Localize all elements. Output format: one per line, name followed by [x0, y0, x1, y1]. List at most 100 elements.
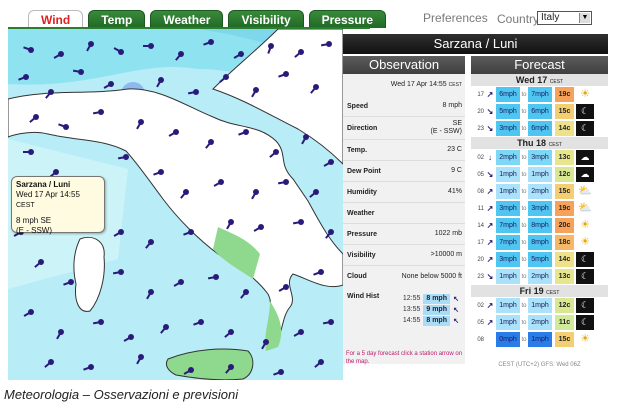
station-wind-arrow[interactable] — [198, 319, 204, 325]
station-wind-arrow[interactable] — [158, 77, 164, 83]
station-wind-arrow[interactable] — [328, 159, 334, 165]
station-wind-arrow[interactable] — [158, 169, 164, 175]
station-wind-arrow[interactable] — [283, 71, 289, 77]
station-wind-arrow[interactable] — [183, 189, 189, 195]
station-wind-arrow[interactable] — [243, 289, 249, 295]
station-wind-arrow[interactable] — [138, 354, 144, 360]
station-wind-arrow[interactable] — [318, 269, 324, 275]
wind-direction-arrow-icon: ↗ — [486, 221, 494, 230]
country-select-value: Italy — [541, 12, 560, 23]
station-wind-arrow[interactable] — [23, 74, 29, 80]
station-wind-arrow[interactable] — [148, 239, 154, 245]
station-wind-arrow[interactable] — [98, 319, 104, 325]
station-wind-arrow[interactable] — [273, 149, 279, 155]
moon-icon: ☾ — [576, 315, 594, 330]
station-wind-arrow[interactable] — [328, 319, 334, 325]
station-popup: Sarzana / Luni Wed 17 Apr 14:55 CEST 8 m… — [11, 176, 105, 235]
station-wind-arrow[interactable] — [268, 43, 274, 49]
station-wind-arrow[interactable] — [28, 309, 34, 315]
station-wind-arrow[interactable] — [118, 229, 124, 235]
observation-date-value: Wed 17 Apr 14:55 — [390, 81, 447, 88]
station-wind-arrow[interactable] — [78, 69, 84, 75]
station-wind-arrow[interactable] — [128, 334, 134, 340]
chevron-down-icon[interactable]: ▼ — [579, 13, 590, 23]
preferences-link[interactable]: Preferences — [423, 11, 488, 25]
station-wind-arrow[interactable] — [283, 284, 289, 290]
station-wind-arrow[interactable] — [218, 179, 224, 185]
tab-weather[interactable]: Weather — [150, 10, 224, 28]
station-wind-arrow[interactable] — [118, 269, 124, 275]
station-wind-arrow[interactable] — [108, 81, 114, 87]
station-wind-arrow[interactable] — [148, 289, 154, 295]
wind-direction-arrow-icon: ↖ — [453, 306, 459, 314]
station-wind-arrow[interactable] — [118, 49, 124, 55]
station-wind-arrow[interactable] — [98, 109, 104, 115]
station-wind-arrow[interactable] — [178, 279, 184, 285]
station-wind-arrow[interactable] — [48, 359, 54, 365]
station-wind-arrow[interactable] — [173, 129, 179, 135]
station-wind-arrow[interactable] — [48, 89, 54, 95]
station-wind-arrow[interactable] — [258, 224, 264, 230]
station-wind-arrow[interactable] — [303, 134, 309, 140]
forecast-wind-max: 6mph — [528, 121, 552, 136]
forecast-wind-max: 2mph — [528, 315, 552, 330]
station-wind-arrow[interactable] — [138, 119, 144, 125]
wind-history-speed: 9 mph — [423, 304, 450, 315]
station-wind-arrow[interactable] — [33, 114, 39, 120]
forecast-day-tz: CEST — [546, 290, 560, 296]
station-wind-arrow[interactable] — [328, 229, 334, 235]
station-wind-arrow[interactable] — [243, 129, 249, 135]
station-wind-arrow[interactable] — [278, 369, 284, 375]
station-wind-arrow[interactable] — [148, 43, 154, 49]
station-wind-arrow[interactable] — [326, 41, 332, 47]
station-wind-arrow[interactable] — [68, 279, 74, 285]
station-wind-arrow[interactable] — [223, 74, 229, 80]
station-wind-arrow[interactable] — [53, 169, 59, 175]
station-wind-arrow[interactable] — [63, 124, 69, 130]
station-wind-arrow[interactable] — [88, 41, 94, 47]
station-wind-arrow[interactable] — [238, 51, 244, 57]
station-wind-arrow[interactable] — [188, 229, 194, 235]
tab-temp[interactable]: Temp — [88, 10, 146, 28]
moon-icon: ☾ — [576, 252, 594, 267]
station-wind-arrow[interactable] — [318, 359, 324, 365]
forecast-to: to — [521, 154, 527, 161]
station-wind-arrow[interactable] — [28, 47, 34, 53]
forecast-hour: 20 — [477, 108, 484, 115]
station-wind-arrow[interactable] — [253, 189, 259, 195]
country-select[interactable]: Italy ▼ — [537, 11, 592, 25]
tab-wind[interactable]: Wind — [28, 10, 84, 28]
station-wind-arrow[interactable] — [163, 324, 169, 330]
station-wind-arrow[interactable] — [188, 367, 194, 373]
station-wind-arrow[interactable] — [213, 274, 219, 280]
station-wind-arrow[interactable] — [313, 189, 319, 195]
station-wind-arrow[interactable] — [298, 329, 304, 335]
obs-humidity-label: Humidity — [347, 188, 377, 196]
station-wind-arrow[interactable] — [58, 51, 64, 57]
obs-dew-label: Dew Point — [347, 167, 381, 175]
station-wind-arrow[interactable] — [283, 179, 289, 185]
tab-visibility[interactable]: Visibility — [228, 10, 304, 28]
station-wind-arrow[interactable] — [208, 39, 214, 45]
obs-humidity-value: 41% — [447, 188, 462, 195]
station-wind-arrow[interactable] — [178, 51, 184, 57]
station-wind-arrow[interactable] — [38, 259, 44, 265]
station-wind-arrow[interactable] — [193, 89, 199, 95]
station-wind-arrow[interactable] — [298, 219, 304, 225]
station-title: Sarzana / Luni — [343, 34, 608, 54]
sun-cloud-icon: ⛅ — [578, 185, 592, 197]
tab-pressure[interactable]: Pressure — [308, 10, 386, 28]
station-wind-arrow[interactable] — [228, 219, 234, 225]
station-wind-arrow[interactable] — [253, 87, 259, 93]
station-wind-arrow[interactable] — [263, 339, 269, 345]
station-wind-arrow[interactable] — [228, 364, 234, 370]
station-wind-arrow[interactable] — [88, 364, 94, 370]
station-wind-arrow[interactable] — [28, 149, 34, 155]
station-wind-arrow[interactable] — [58, 329, 64, 335]
station-wind-arrow[interactable] — [123, 154, 129, 160]
station-wind-arrow[interactable] — [208, 139, 214, 145]
station-wind-arrow[interactable] — [298, 49, 304, 55]
station-wind-arrow[interactable] — [313, 84, 319, 90]
station-wind-arrow[interactable] — [228, 329, 234, 335]
wind-map[interactable]: Sarzana / Luni Wed 17 Apr 14:55 CEST 8 m… — [8, 29, 343, 380]
